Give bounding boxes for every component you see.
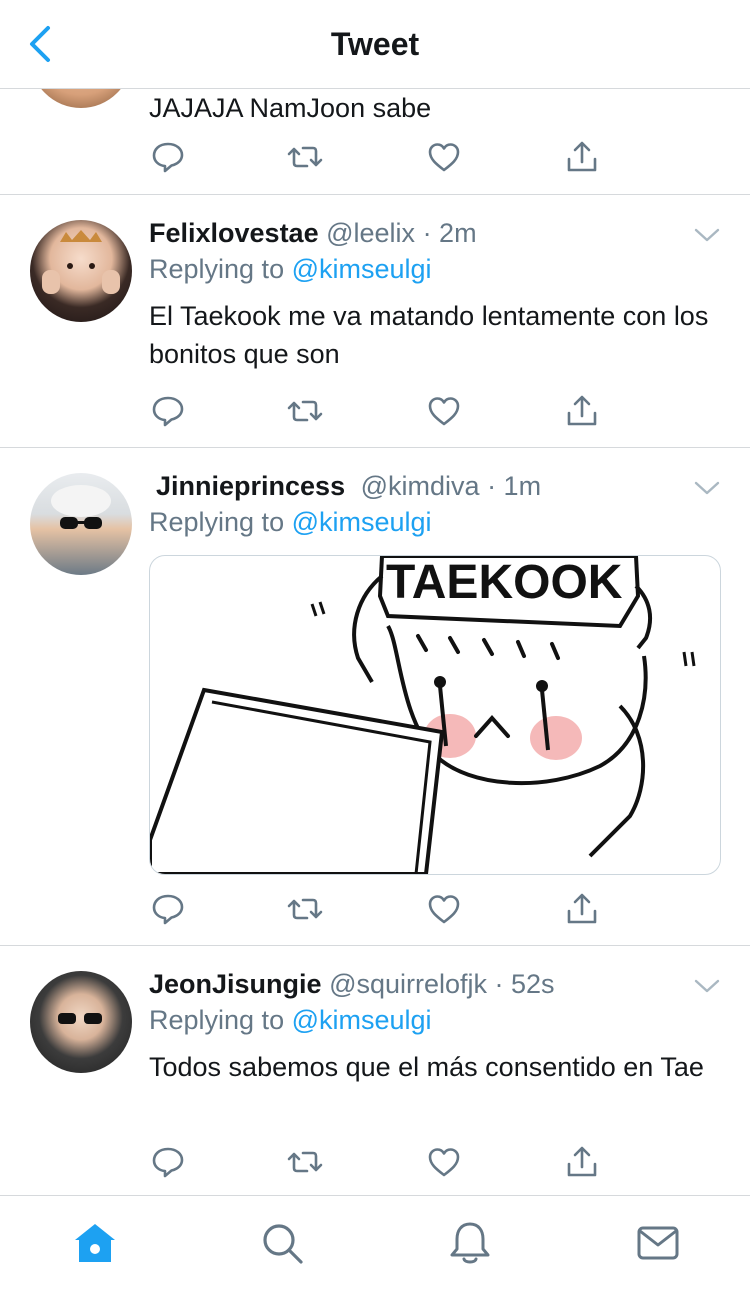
like-icon[interactable] [426,891,466,931]
retweet-icon[interactable] [287,891,327,931]
page-title: Tweet [330,26,420,62]
timestamp: · 52s [494,969,555,999]
author-handle[interactable]: @squirrelofjk [329,969,487,999]
tweet-item[interactable]: Felixlovestae @leelix · 2m Replying to @… [0,195,750,448]
image-caption: TAEKOOK [386,556,623,609]
like-icon[interactable] [426,393,466,433]
tab-bar [0,1195,750,1295]
home-icon[interactable] [72,1220,118,1266]
tweet-actions [150,139,610,179]
timestamp: · 1m [487,471,542,501]
tweet-item[interactable]: JeonJisungie @squirrelofjk · 52s Replyin… [0,946,750,1195]
reply-icon[interactable] [150,891,190,931]
tweet-actions [150,393,610,433]
replying-to: Replying to @kimseulgi [149,1002,726,1038]
retweet-icon[interactable] [287,393,327,433]
replying-to: Replying to @kimseulgi [149,251,726,287]
timestamp: · 2m [422,218,477,248]
tweet-image[interactable]: TAEKOOK [149,555,721,875]
tweet-text: Todos sabemos que el más consentido en T… [149,1052,704,1082]
replying-prefix: Replying to [149,1005,285,1035]
reply-icon[interactable] [150,393,190,433]
tweet-text: JAJAJA NamJoon sabe [149,93,432,123]
header-bar: Tweet [0,0,750,89]
like-icon[interactable] [426,139,466,179]
author-handle[interactable]: @leelix [326,218,415,248]
search-icon[interactable] [259,1220,305,1266]
share-icon[interactable] [564,891,604,931]
reply-icon[interactable] [150,1144,190,1184]
share-icon[interactable] [564,393,604,433]
replying-prefix: Replying to [149,507,285,537]
author-name[interactable]: JeonJisungie [149,969,322,999]
mention-link[interactable]: @kimseulgi [292,1005,432,1035]
messages-icon[interactable] [635,1220,681,1266]
avatar[interactable] [30,971,132,1073]
mention-link[interactable]: @kimseulgi [292,507,432,537]
chevron-down-icon[interactable] [694,227,720,243]
avatar[interactable] [30,220,132,322]
chevron-down-icon[interactable] [694,480,720,496]
author-name[interactable]: Jinnieprincess [156,471,345,501]
tweet-actions [150,1144,610,1184]
tweet-text: El Taekook me va matando lentamente con … [149,301,709,369]
author-name[interactable]: Felixlovestae [149,218,319,248]
retweet-icon[interactable] [287,1144,327,1184]
reply-feed[interactable]: JAJAJA NamJoon sabe Felixlovestae @leeli… [0,89,750,1195]
avatar[interactable] [30,473,132,575]
replying-prefix: Replying to [149,254,285,284]
share-icon[interactable] [564,1144,604,1184]
avatar[interactable] [30,89,132,108]
replying-to: Replying to @kimseulgi [149,504,726,540]
tweet-actions [150,891,610,931]
chevron-down-icon[interactable] [694,978,720,994]
mention-link[interactable]: @kimseulgi [292,254,432,284]
tweet-item[interactable]: JAJAJA NamJoon sabe [0,89,750,195]
like-icon[interactable] [426,1144,466,1184]
notifications-icon[interactable] [447,1220,493,1266]
author-handle[interactable]: @kimdiva [361,471,480,501]
reply-icon[interactable] [150,139,190,179]
tweet-item[interactable]: Jinnieprincess @kimdiva · 1m Replying to… [0,448,750,946]
share-icon[interactable] [564,139,604,179]
retweet-icon[interactable] [287,139,327,179]
